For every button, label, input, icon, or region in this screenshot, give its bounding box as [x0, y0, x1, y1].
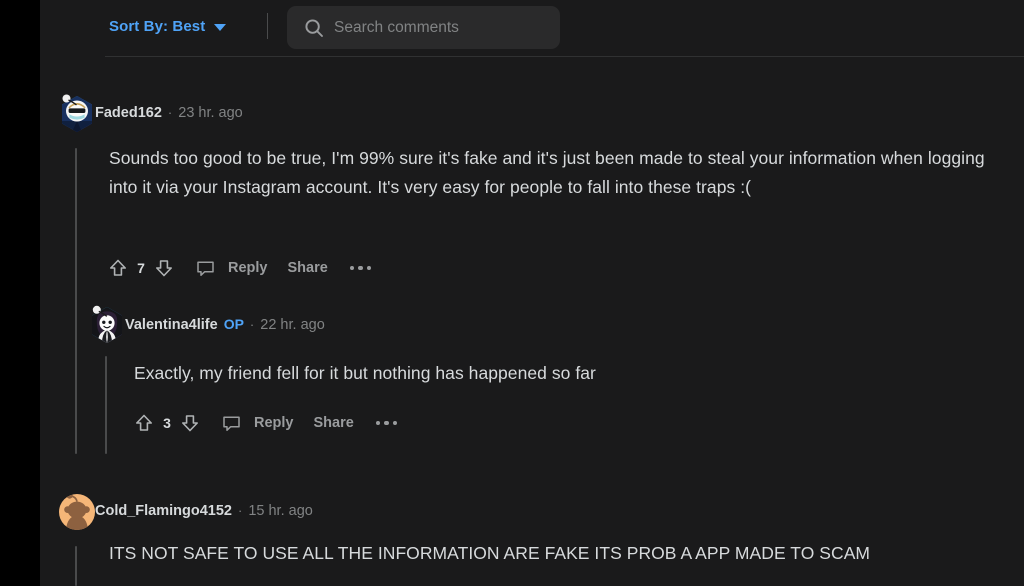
search-icon: [304, 18, 324, 38]
avatar[interactable]: [85, 302, 125, 346]
comments-content-area: Sort By: Best Search comments Faded162 ·…: [40, 0, 1024, 586]
search-comments-input[interactable]: [334, 18, 539, 37]
comment-author[interactable]: Cold_Flamingo4152: [95, 503, 232, 519]
comment-bubble-icon[interactable]: [195, 258, 216, 279]
comment-bubble-icon[interactable]: [221, 413, 242, 434]
sort-by-label: Sort By: Best: [109, 18, 206, 35]
upvote-arrow-icon[interactable]: [133, 412, 155, 434]
share-button[interactable]: Share: [288, 260, 328, 276]
more-options-icon[interactable]: [348, 262, 374, 275]
comment-byline: Cold_Flamingo4152 · 15 hr. ago: [95, 503, 313, 519]
comment-action-bar: 3 Reply Share: [133, 406, 399, 440]
comment-byline: Valentina4life OP · 22 hr. ago: [125, 316, 325, 333]
comment-byline: Faded162 · 23 hr. ago: [95, 105, 243, 121]
upvote-arrow-icon[interactable]: [107, 257, 129, 279]
toolbar-divider: [267, 13, 268, 39]
comment-header: Valentina4life OP · 22 hr. ago: [85, 301, 325, 347]
comment-author[interactable]: Faded162: [95, 105, 162, 121]
comment-header: Faded162 · 23 hr. ago: [55, 90, 243, 136]
toolbar-bottom-divider: [105, 56, 1024, 57]
comment-score: 3: [163, 415, 171, 431]
thread-collapse-line[interactable]: [105, 356, 107, 454]
thread-collapse-line[interactable]: [75, 546, 77, 586]
downvote-arrow-icon[interactable]: [153, 257, 175, 279]
reply-button[interactable]: Reply: [254, 415, 294, 431]
byline-separator: ·: [249, 316, 255, 332]
avatar[interactable]: [55, 489, 95, 533]
comment-timestamp[interactable]: 15 hr. ago: [248, 503, 313, 519]
chevron-down-icon: [214, 24, 227, 31]
comment-timestamp[interactable]: 23 hr. ago: [178, 105, 243, 121]
byline-separator: ·: [167, 105, 173, 120]
comment-body: Exactly, my friend fell for it but nothi…: [134, 363, 596, 383]
op-badge[interactable]: OP: [224, 316, 244, 332]
comments-toolbar: Sort By: Best: [40, 0, 1024, 56]
comment-header: Cold_Flamingo4152 · 15 hr. ago: [55, 488, 313, 534]
comment-timestamp[interactable]: 22 hr. ago: [260, 317, 325, 333]
search-comments-box[interactable]: [287, 6, 560, 49]
comment-score: 7: [137, 260, 145, 276]
page-left-gutter: [0, 0, 40, 586]
downvote-arrow-icon[interactable]: [179, 412, 201, 434]
comment-action-bar: 7 Reply Share: [107, 251, 373, 285]
comment-body: ITS NOT SAFE TO USE ALL THE INFORMATION …: [109, 543, 871, 563]
avatar[interactable]: [55, 91, 95, 135]
reddit-comments-page: Sort By: Best Search comments Faded162 ·…: [0, 0, 1024, 586]
byline-separator: ·: [237, 503, 243, 518]
comment-author[interactable]: Valentina4life: [125, 317, 218, 333]
sort-by-dropdown[interactable]: Sort By: Best: [109, 18, 227, 35]
comment-body: Sounds too good to be true, I'm 99% sure…: [109, 148, 985, 197]
more-options-icon[interactable]: [374, 417, 400, 430]
thread-collapse-line[interactable]: [75, 148, 77, 454]
share-button[interactable]: Share: [314, 415, 354, 431]
reply-button[interactable]: Reply: [228, 260, 268, 276]
